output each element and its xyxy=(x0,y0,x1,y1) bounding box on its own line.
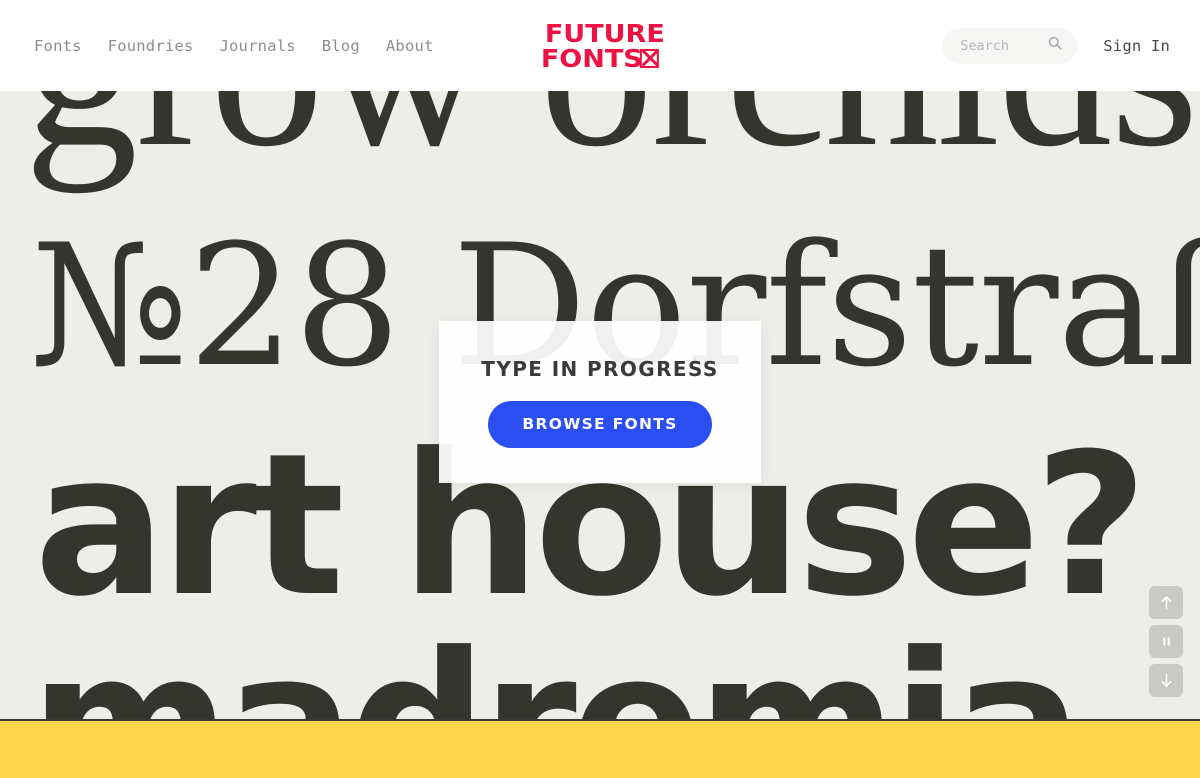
nav-link-fonts[interactable]: Fonts xyxy=(34,37,82,55)
arrow-down-icon xyxy=(1160,673,1173,688)
logo-text-future: FUTURE xyxy=(544,18,665,48)
scroll-down-button[interactable] xyxy=(1149,664,1183,697)
site-header: Fonts Foundries Journals Blog About FUTU… xyxy=(0,0,1200,91)
card-title: TYPE IN PROGRESS xyxy=(481,356,719,381)
logo-text-fonts: FONTS xyxy=(540,43,643,73)
nav-link-foundries[interactable]: Foundries xyxy=(108,37,194,55)
search-field[interactable] xyxy=(960,37,1047,54)
bottom-color-band xyxy=(0,719,1200,778)
logo-line-2: FONTS xyxy=(540,43,660,73)
nav-link-journals[interactable]: Journals xyxy=(219,37,295,55)
scroll-controls xyxy=(1149,586,1183,697)
main-navigation: Fonts Foundries Journals Blog About xyxy=(34,37,434,55)
arrow-up-icon xyxy=(1160,595,1173,610)
search-input[interactable] xyxy=(942,27,1078,64)
logo-line-1: FUTURE xyxy=(544,21,664,46)
header-right-group: Sign In xyxy=(942,27,1170,64)
sign-in-link[interactable]: Sign In xyxy=(1103,37,1170,55)
pause-button[interactable] xyxy=(1149,625,1183,658)
scroll-up-button[interactable] xyxy=(1149,586,1183,619)
browse-fonts-button[interactable]: BROWSE FONTS xyxy=(488,400,712,448)
pause-icon xyxy=(1161,635,1172,648)
nav-link-about[interactable]: About xyxy=(386,37,434,55)
nav-link-blog[interactable]: Blog xyxy=(322,37,360,55)
type-in-progress-card: TYPE IN PROGRESS BROWSE FONTS xyxy=(439,321,761,483)
x-in-box-icon xyxy=(640,48,660,68)
site-logo[interactable]: FUTURE FONTS xyxy=(540,21,665,73)
search-icon[interactable] xyxy=(1048,36,1062,55)
